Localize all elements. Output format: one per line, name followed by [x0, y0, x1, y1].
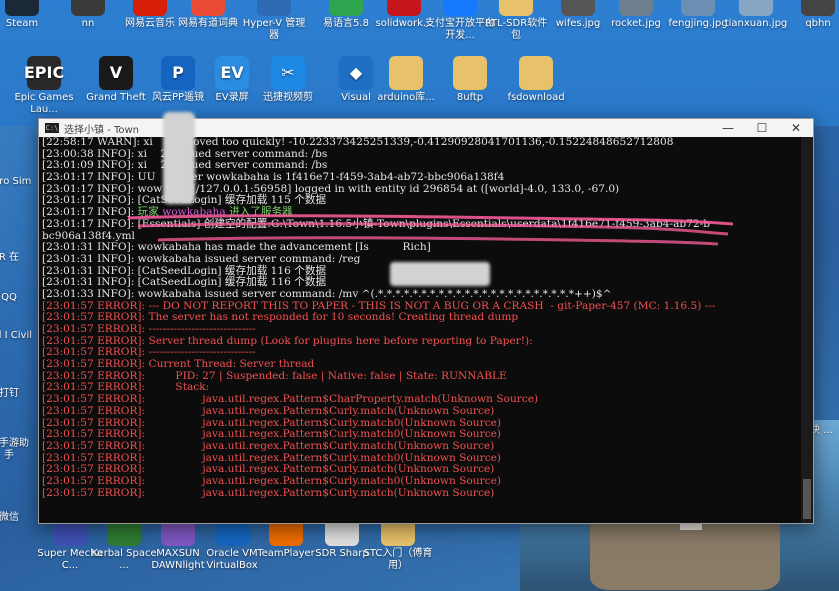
console-line: [23:01:57 ERROR]: java.util.regex.Patter…: [42, 404, 495, 417]
image-icon: [739, 0, 773, 16]
desktop-shortcut[interactable]: qbhn: [782, 0, 839, 30]
desktop-shortcut[interactable]: Hyper-V 管理器: [238, 0, 310, 42]
app-icon: [71, 0, 105, 16]
image-icon: [681, 0, 715, 16]
desktop-shortcut-label: 网易有道词典: [178, 18, 238, 29]
desktop-shortcut-left[interactable]: Euro Sim: [0, 176, 32, 188]
console-line: [23:01:57 ERROR]: java.util.regex.Patter…: [42, 474, 502, 487]
console-output[interactable]: [22:58:17 WARN]: xi 20 moved too quickly…: [39, 137, 813, 523]
image-icon: [619, 0, 653, 16]
desktop-shortcut[interactable]: EPIC Epic Games Lau...: [8, 56, 80, 116]
console-scrollbar[interactable]: [801, 137, 813, 523]
hyperv-icon: [257, 0, 291, 16]
console-line: [23:01:17 INFO]: [Essentials] 创建空的配置:G:\…: [42, 217, 711, 230]
desktop-shortcut-label: 打钉: [0, 388, 19, 399]
scrollbar-thumb[interactable]: [803, 479, 811, 519]
redaction-blur: [390, 262, 490, 286]
desktop-shortcut-left[interactable]: 微信: [0, 512, 32, 524]
console-line: [23:01:17 INFO]: UU player wowkabaha is …: [42, 171, 505, 184]
desktop-shortcut-left[interactable]: 讯手游助手: [0, 438, 32, 462]
desktop-shortcut-label: 微信: [0, 512, 19, 523]
console-text-segment: 进入了服务器: [225, 206, 293, 219]
console-text-segment: 玩家: [137, 206, 163, 219]
youdao-icon: [191, 0, 225, 16]
desktop-shortcut-label: arduino库...: [377, 92, 435, 103]
desktop-shortcut-label: 8uftp: [456, 92, 484, 103]
maximize-button[interactable]: ☐: [745, 121, 779, 135]
folder-icon: [453, 56, 487, 90]
netease-music-icon: [133, 0, 167, 16]
image-icon: [561, 0, 595, 16]
desktop-shortcut-label: Epic Games Lau...: [14, 92, 74, 115]
ev-icon: EV: [215, 56, 249, 90]
image-icon: [801, 0, 835, 16]
close-button[interactable]: ✕: [779, 121, 813, 135]
console-line: [23:01:57 ERROR]: Current Thread: Server…: [42, 358, 315, 371]
gta-icon: V: [99, 56, 133, 90]
console-line: [22:58:17 WARN]: xi 20 moved too quickly…: [42, 137, 674, 148]
desktop-shortcut-label: 迅捷视频剪: [263, 92, 313, 103]
console-text-segment: wowkabaha: [162, 206, 226, 219]
alipay-icon: [443, 0, 477, 16]
desktop-shortcut-label: qbhn: [805, 18, 831, 29]
console-titlebar[interactable]: C:\ 选择小镇 - Town — ☐ ✕: [39, 119, 813, 137]
desktop-shortcut-label: fsdownload: [507, 92, 565, 103]
desktop-shortcut[interactable]: arduino库...: [370, 56, 442, 104]
folder-icon: [519, 56, 553, 90]
video-editor-icon: ✂: [271, 56, 305, 90]
desktop-shortcut-left[interactable]: 打钉: [0, 388, 32, 400]
window-title: 选择小镇 - Town: [64, 124, 140, 136]
desktop-shortcut-left[interactable]: Sid I Civil: [0, 330, 32, 342]
minimize-button[interactable]: —: [711, 121, 745, 135]
desktop-shortcut-left[interactable]: R 在: [0, 252, 32, 264]
eyuyan-icon: [329, 0, 363, 16]
desktop-shortcut[interactable]: ✂ 迅捷视频剪: [252, 56, 324, 104]
desktop-shortcut[interactable]: 网易有道词典: [172, 0, 244, 30]
console-window[interactable]: C:\ 选择小镇 - Town — ☐ ✕ [22:58:17 WARN]: x…: [38, 118, 814, 524]
desktop-shortcut[interactable]: fsdownload: [500, 56, 572, 104]
desktop-shortcut-label: 讯手游助手: [0, 438, 29, 461]
desktop-shortcut[interactable]: Steam: [0, 0, 58, 30]
console-line: [23:01:57 ERROR]: java.util.regex.Patter…: [42, 486, 495, 499]
desktop-shortcut-label: Euro Sim: [0, 176, 32, 187]
folder-icon: [499, 0, 533, 16]
cmd-icon: C:\: [45, 123, 59, 133]
folder-icon: [389, 56, 423, 90]
desktop-shortcut-label: QQ: [1, 292, 17, 303]
desktop-shortcut-label: Sid I Civil: [0, 330, 33, 341]
pp-icon: P: [161, 56, 195, 90]
epic-icon: EPIC: [24, 56, 64, 90]
desktop-shortcut-label: R 在: [0, 252, 20, 263]
console-line: [23:01:57 ERROR]: ----------------------…: [42, 323, 256, 335]
redaction-blur: [163, 112, 195, 204]
console-line: [23:01:57 ERROR]: java.util.regex.Patter…: [42, 439, 495, 452]
desktop-shortcut[interactable]: 8uftp: [434, 56, 506, 104]
solidworks-icon: [387, 0, 421, 16]
vscode-icon: ◆: [339, 56, 373, 90]
desktop-shortcut-label: Steam: [5, 18, 39, 29]
desktop-shortcut-left[interactable]: QQ: [0, 292, 32, 304]
desktop-shortcut-label: STC入门（傅育用）: [363, 548, 433, 571]
console-line: [23:01:33 INFO]: wowkabaha issued server…: [42, 287, 612, 300]
desktop-shortcut-label: Hyper-V 管理器: [242, 18, 306, 41]
steam-icon: [5, 0, 39, 16]
console-text-segment: [23:01:17 INFO]:: [42, 206, 138, 219]
